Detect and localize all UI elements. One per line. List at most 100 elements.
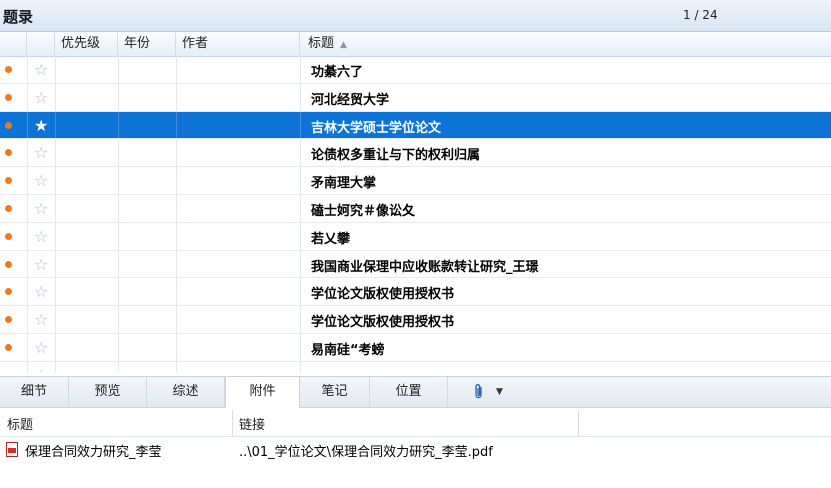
column-divider [55,56,56,83]
star-icon[interactable]: ☆ [34,199,48,218]
column-divider [300,278,301,306]
star-icon[interactable]: ☆ [34,255,48,274]
column-divider [176,194,177,222]
paperclip-icon[interactable] [474,383,484,404]
star-icon[interactable]: ☆ [34,338,48,357]
column-divider [27,306,28,333]
tab-location[interactable]: 位置 [370,377,448,407]
row-title: 易南硅“考螃 [311,342,385,358]
unread-dot-icon[interactable] [5,121,12,129]
column-divider [176,167,177,194]
column-divider [300,333,301,361]
row-title: 学位论文版权使用授权书 [311,315,455,331]
table-row[interactable]: ☆ 功綦六了 [0,56,831,84]
tab-preview[interactable]: 预览 [69,377,147,407]
star-icon[interactable]: ☆ [34,143,48,162]
table-row[interactable]: ☆ 学位论文版权使用授权书 [0,306,831,334]
column-header: 优先级 年份 作者 标题 ▲ [0,32,831,57]
unread-dot-icon[interactable] [5,149,12,157]
star-icon[interactable]: ☆ [34,282,48,301]
reference-list[interactable]: ☆ 功綦六了 ☆ 河北经贸大学 ★ 吉林大学硕士学位论文 ☆ 论债权多重让与下的权利归属 ☆ 矛南… [0,56,831,372]
star-icon[interactable]: ☆ [34,310,48,329]
row-title: 若乂攀 [311,231,351,247]
column-divider [55,222,56,250]
panel-title: 题录 [3,8,34,26]
star-icon[interactable]: ★ [34,116,48,135]
column-divider [300,56,301,83]
star-icon[interactable]: ☆ [34,88,48,107]
column-divider [300,139,301,167]
table-row[interactable]: ☆ 学位论文版权使用授权书 [0,278,831,307]
column-divider [176,361,177,372]
table-row[interactable]: ☆ [0,361,831,372]
table-row[interactable]: ☆ 矛南理大掌 [0,167,831,195]
tab-notes[interactable]: 笔记 [300,377,370,407]
column-divider [27,194,28,222]
column-divider [27,333,28,361]
column-status[interactable] [0,32,27,56]
column-divider [118,111,119,139]
column-star[interactable] [27,32,55,56]
unread-dot-icon[interactable] [5,316,12,324]
unread-dot-icon[interactable] [5,204,12,212]
unread-dot-icon[interactable] [5,232,12,240]
column-divider [300,111,301,139]
attachment-row[interactable]: 保理合同效力研究_李莹 ..\01_学位论文\保理合同效力研究_李莹.pdf [0,437,831,463]
unread-dot-icon[interactable] [5,288,12,296]
column-divider [118,333,119,361]
detail-tab-bar: 细节 预览 综述 附件 笔记 位置 ▼ [0,376,831,408]
star-icon[interactable]: ☆ [34,60,48,79]
attachment-link[interactable]: ..\01_学位论文\保理合同效力研究_李莹.pdf [239,441,493,460]
row-title: 矛南理大掌 [311,176,377,192]
table-row[interactable]: ☆ 我国商业保理中应收账款转让研究_王璟 [0,250,831,279]
column-author[interactable]: 作者 [176,32,300,56]
table-row[interactable]: ☆ 磕士妸究＃像讼夂 [0,194,831,223]
column-divider [27,222,28,250]
row-title: 河北经贸大学 [311,92,390,108]
column-divider [176,222,177,250]
row-title: 功綦六了 [311,65,364,80]
attachment-header-title[interactable]: 标题 [7,414,33,433]
unread-dot-icon[interactable] [5,93,12,101]
table-row[interactable]: ★ 吉林大学硕士学位论文 [0,111,831,140]
column-divider [300,167,301,194]
column-divider [27,278,28,306]
sort-ascending-icon: ▲ [340,40,347,50]
table-row[interactable]: ☆ 河北经贸大学 [0,83,831,112]
column-divider [55,167,56,194]
unread-dot-icon[interactable] [5,260,12,268]
column-divider [55,194,56,222]
star-icon[interactable]: ☆ [34,366,48,372]
tab-summary[interactable]: 综述 [147,377,225,407]
column-divider [300,361,301,372]
pdf-file-icon [6,442,18,457]
column-title[interactable]: 标题 ▲ [300,32,831,56]
column-priority[interactable]: 优先级 [55,32,118,56]
column-divider [27,56,28,83]
column-divider [176,139,177,167]
column-divider [55,83,56,111]
column-divider [118,306,119,333]
row-title: 学位论文版权使用授权书 [311,287,455,303]
table-row[interactable]: ☆ 若乂攀 [0,222,831,251]
unread-dot-icon[interactable] [5,177,12,185]
attachment-title[interactable]: 保理合同效力研究_李莹 [25,441,162,460]
column-year[interactable]: 年份 [118,32,176,56]
column-divider [300,250,301,278]
page-indicator: 1 / 24 [683,8,718,22]
unread-dot-icon[interactable] [5,66,12,73]
chevron-down-icon[interactable]: ▼ [496,387,503,397]
column-divider[interactable] [578,410,579,436]
row-title: 我国商业保理中应收账款转让研究_王璟 [311,259,539,275]
attachment-header-link[interactable]: 链接 [239,414,265,433]
unread-dot-icon[interactable] [5,343,12,351]
tab-attachments[interactable]: 附件 [225,376,300,408]
table-row[interactable]: ☆ 易南硅“考螃 [0,333,831,362]
column-divider [27,250,28,278]
column-divider[interactable] [232,410,233,436]
tab-details[interactable]: 细节 [0,377,69,407]
table-row[interactable]: ☆ 论债权多重让与下的权利归属 [0,139,831,168]
star-icon[interactable]: ☆ [34,171,48,190]
column-divider [27,83,28,111]
star-icon[interactable]: ☆ [34,227,48,246]
